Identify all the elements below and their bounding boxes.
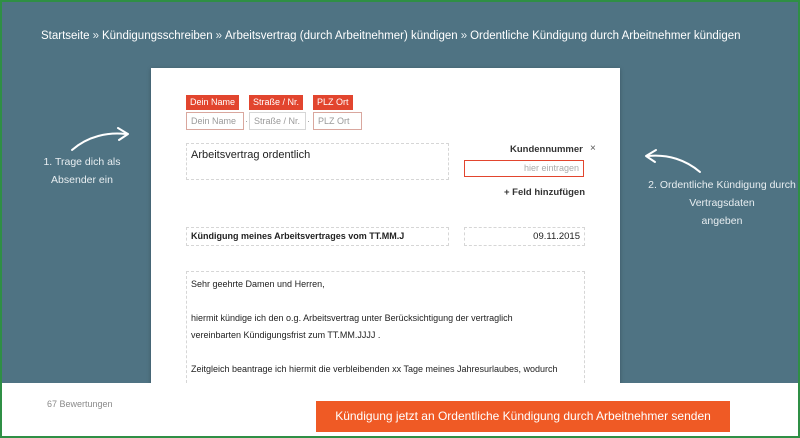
date-box[interactable]: 09.11.2015: [464, 227, 585, 246]
body-line: vereinbarten Kündigungsfrist zum TT.MM.J…: [191, 330, 381, 340]
add-field-button[interactable]: + Feld hinzufügen: [504, 187, 585, 198]
subject-text: Kündigung meines Arbeitsvertrages vom TT…: [191, 231, 405, 241]
breadcrumb: Startseite» Kündigungsschreiben» Arbeitsve…: [41, 30, 741, 42]
address-separator: ·: [307, 116, 310, 126]
hint-sender-line: 1. Trage dich als: [43, 156, 121, 168]
breadcrumb-kuendigungsschreiben[interactable]: Kündigungsschreiben: [102, 30, 213, 42]
body-line: Zeitgleich beantrage ich hiermit die ver…: [191, 364, 558, 374]
kundennummer-input[interactable]: hier eintragen: [464, 160, 584, 177]
sender-city-field[interactable]: PLZ Ort: [313, 112, 362, 130]
letter-body[interactable]: Sehr geehrte Damen und Herren, hiermit k…: [186, 271, 585, 388]
letter-paper: Dein Name Straße / Nr. PLZ Ort Dein Name…: [151, 68, 620, 388]
breadcrumb-home[interactable]: Startseite: [41, 30, 90, 42]
subject-title-box[interactable]: Arbeitsvertrag ordentlich: [186, 143, 449, 180]
hint-contract: 2. Ordentliche Kündigung durch Vertragsd…: [644, 176, 800, 230]
hint-contract-line: 2. Ordentliche Kündigung durch: [648, 179, 796, 191]
send-button[interactable]: Kündigung jetzt an Ordentliche Kündigung…: [316, 401, 730, 432]
body-line: hiermit kündige ich den o.g. Arbeitsvert…: [191, 313, 513, 323]
hint-contract-line: Vertragsdaten: [689, 197, 755, 209]
sender-street-field[interactable]: Straße / Nr.: [249, 112, 306, 130]
breadcrumb-separator: »: [92, 30, 99, 42]
chip-street: Straße / Nr.: [249, 95, 304, 110]
chip-city: PLZ Ort: [313, 95, 353, 110]
date-text: 09.11.2015: [533, 231, 580, 242]
body-line: Sehr geehrte Damen und Herren,: [191, 279, 325, 289]
sender-name-field[interactable]: Dein Name: [186, 112, 244, 130]
rating-count: 67 Bewertungen: [47, 399, 113, 409]
hint-sender-line: Absender ein: [51, 174, 113, 186]
hint-sender: 1. Trage dich als Absender ein: [36, 153, 128, 189]
breadcrumb-separator: »: [215, 30, 222, 42]
footer-bar: 67 Bewertungen Kündigung jetzt an Ordent…: [0, 383, 800, 438]
close-icon[interactable]: ×: [590, 143, 596, 154]
arrow-right-icon: [71, 127, 129, 151]
hint-contract-line: angeben: [701, 215, 743, 227]
arrow-left-icon: [645, 149, 701, 173]
address-separator: ·: [245, 116, 248, 126]
chip-name: Dein Name: [186, 95, 240, 110]
subject-box[interactable]: Kündigung meines Arbeitsvertrages vom TT…: [186, 227, 449, 246]
breadcrumb-current[interactable]: Ordentliche Kündigung durch Arbeitnehmer…: [470, 30, 740, 42]
subject-title: Arbeitsvertrag ordentlich: [191, 149, 311, 161]
breadcrumb-arbeitsvertrag[interactable]: Arbeitsvertrag (durch Arbeitnehmer) künd…: [225, 30, 458, 42]
breadcrumb-separator: »: [460, 30, 468, 42]
kundennummer-label: Kundennummer: [510, 144, 583, 155]
